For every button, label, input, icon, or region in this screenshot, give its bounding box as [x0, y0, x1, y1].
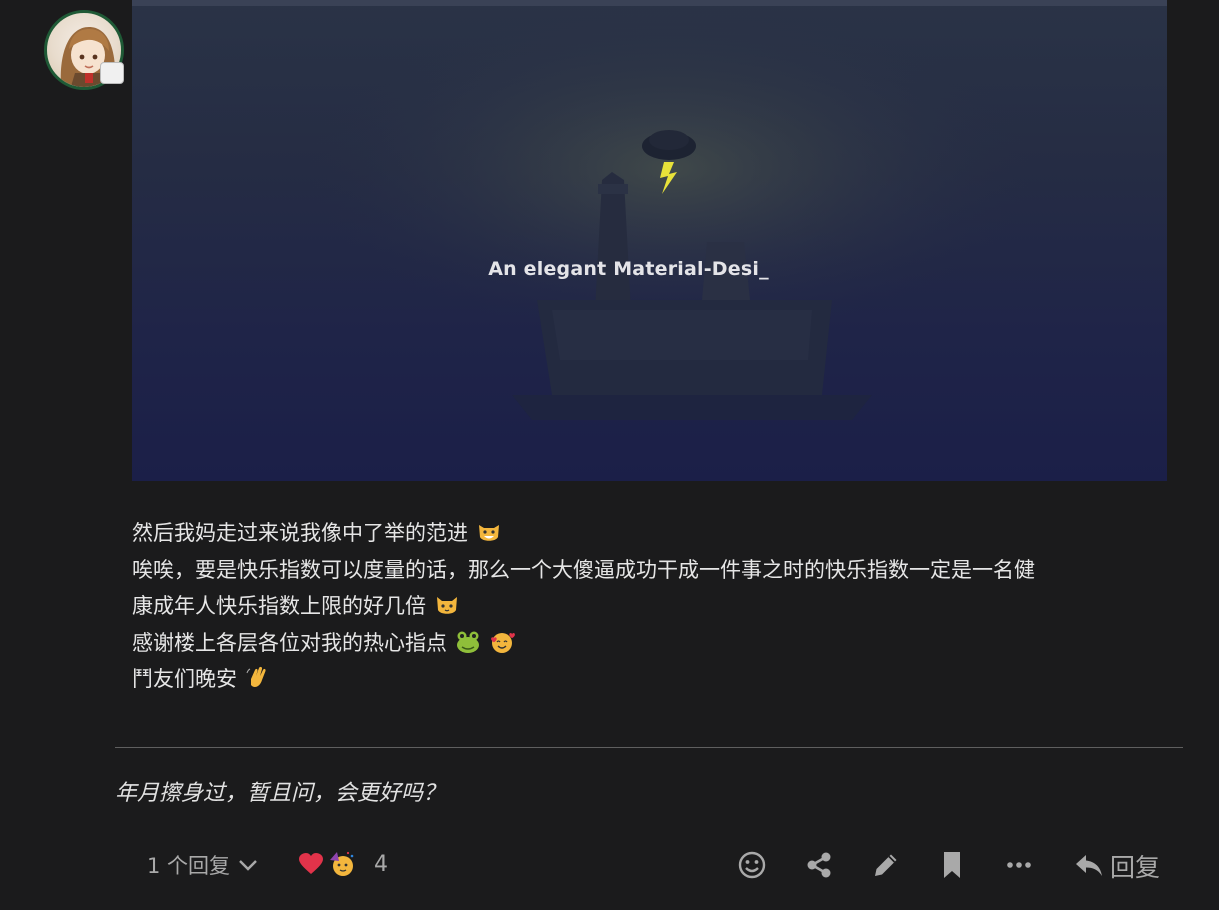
- post-paragraph: 鬥友们晚安: [132, 661, 1172, 698]
- forum-post: An elegant Material-Desi_ 然后我妈走过来说我像中了举的…: [0, 0, 1219, 910]
- more-icon: [1007, 862, 1031, 868]
- bookmark-button[interactable]: [937, 850, 967, 880]
- cat-face-emoji: [434, 592, 460, 618]
- reply-arrow-icon: [1076, 855, 1102, 876]
- reply-button[interactable]: 回复: [1074, 848, 1160, 884]
- signature-divider: [115, 747, 1183, 748]
- emoji-react-button[interactable]: [737, 850, 767, 880]
- bookmark-icon: [944, 852, 960, 878]
- waving-hand-emoji: [245, 665, 271, 691]
- post-reactions[interactable]: 4: [298, 850, 388, 878]
- emoji-react-icon: [738, 851, 766, 879]
- show-replies-button[interactable]: 1 个回复: [147, 850, 258, 880]
- post-paragraph: 然后我妈走过来说我像中了举的范进: [132, 515, 1172, 552]
- user-signature: 年月擦身过，暂且问，会更好吗？: [115, 781, 446, 806]
- share-button[interactable]: [804, 850, 834, 880]
- grinning-cat-emoji: [476, 519, 502, 545]
- post-embedded-image[interactable]: An elegant Material-Desi_: [132, 0, 1167, 481]
- frog-emoji: [455, 629, 481, 655]
- reply-label: 回复: [1110, 853, 1161, 882]
- more-actions-button[interactable]: [1004, 850, 1034, 880]
- post-body: 然后我妈走过来说我像中了举的范进 唉唉，要是快乐指数可以度量的话，那么一个大傻逼…: [132, 515, 1172, 698]
- smiling-face-with-hearts-emoji: [489, 629, 515, 655]
- edit-button[interactable]: [871, 850, 901, 880]
- post-paragraph: 唉唉，要是快乐指数可以度量的话，那么一个大傻逼成功干成一件事之时的快乐指数一定是…: [132, 557, 1035, 582]
- edit-icon: [875, 854, 897, 876]
- share-icon: [807, 852, 831, 878]
- post-paragraph: 康成年人快乐指数上限的好几倍: [132, 588, 1172, 625]
- partying-face-emoji: [330, 851, 354, 876]
- replies-label: 1 个回复: [147, 854, 231, 878]
- reaction-count: 4: [374, 851, 388, 877]
- red-heart-emoji: [299, 853, 323, 874]
- chevron-down-icon: [239, 860, 257, 871]
- post-controls: 1 个回复 4 回复: [0, 840, 1219, 890]
- post-paragraph: 感谢楼上各层各位对我的热心指点: [132, 625, 1172, 662]
- image-caption: An elegant Material-Desi_: [488, 258, 769, 280]
- user-flair-badge: [100, 62, 124, 84]
